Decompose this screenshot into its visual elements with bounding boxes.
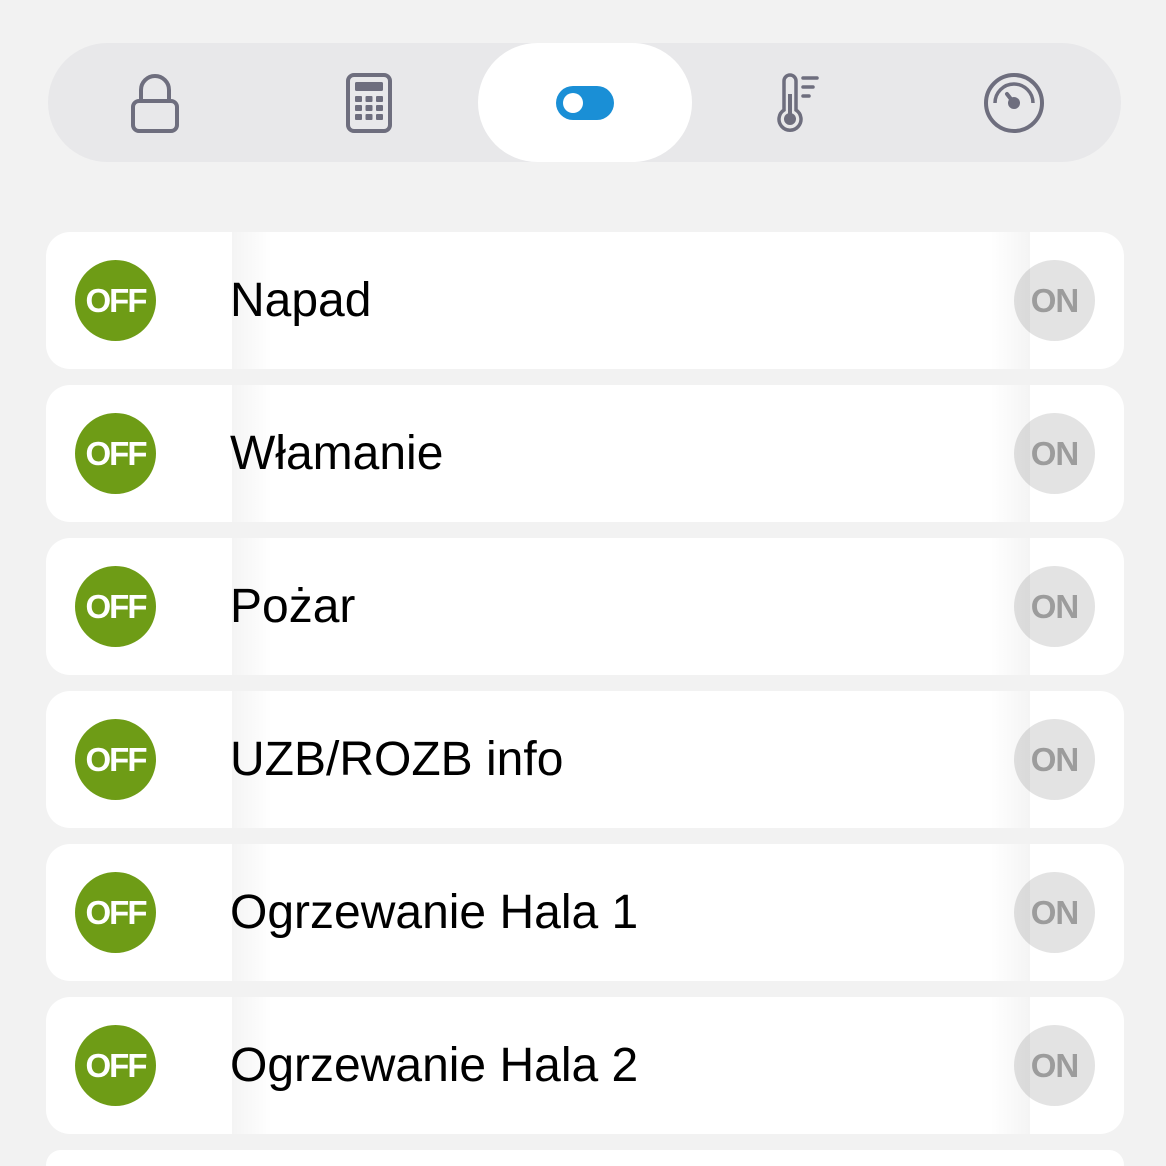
tab-gauge[interactable] — [907, 43, 1121, 162]
off-button[interactable]: OFF — [75, 566, 156, 647]
tab-calculator[interactable] — [262, 43, 476, 162]
off-button[interactable]: OFF — [75, 260, 156, 341]
tab-temperature[interactable] — [693, 43, 907, 162]
off-button[interactable]: OFF — [75, 872, 156, 953]
on-button[interactable]: ON — [1014, 413, 1095, 494]
thermometer-icon — [775, 72, 825, 134]
list-item: OFF Napad ON — [46, 232, 1124, 369]
on-button[interactable]: ON — [1014, 260, 1095, 341]
tab-bar — [48, 43, 1121, 162]
item-label: Pożar — [230, 580, 356, 633]
item-label: UZB/ROZB info — [230, 733, 564, 786]
off-button[interactable]: OFF — [75, 1025, 156, 1106]
item-label: Napad — [230, 274, 372, 327]
gauge-icon — [983, 72, 1045, 134]
item-label: Ogrzewanie Hala 2 — [230, 1039, 639, 1092]
on-button[interactable]: ON — [1014, 872, 1095, 953]
tab-switches[interactable] — [478, 43, 692, 162]
list-item: OFF Ogrzewanie Hala 1 ON — [46, 844, 1124, 981]
list-item-partial — [46, 1150, 1124, 1166]
app-screen: OFF Napad ON OFF Włamanie ON OFF Pożar O… — [0, 0, 1166, 1166]
tab-lock[interactable] — [48, 43, 262, 162]
off-button[interactable]: OFF — [75, 719, 156, 800]
toggle-icon — [555, 85, 615, 121]
on-button[interactable]: ON — [1014, 719, 1095, 800]
item-label: Włamanie — [230, 427, 444, 480]
lock-icon — [130, 72, 180, 134]
on-button[interactable]: ON — [1014, 566, 1095, 647]
list-item: OFF UZB/ROZB info ON — [46, 691, 1124, 828]
switch-list: OFF Napad ON OFF Włamanie ON OFF Pożar O… — [46, 232, 1124, 1166]
list-item: OFF Włamanie ON — [46, 385, 1124, 522]
list-item: OFF Ogrzewanie Hala 2 ON — [46, 997, 1124, 1134]
on-button[interactable]: ON — [1014, 1025, 1095, 1106]
item-label: Ogrzewanie Hala 1 — [230, 886, 639, 939]
off-button[interactable]: OFF — [75, 413, 156, 494]
calculator-icon — [345, 72, 393, 134]
list-item: OFF Pożar ON — [46, 538, 1124, 675]
